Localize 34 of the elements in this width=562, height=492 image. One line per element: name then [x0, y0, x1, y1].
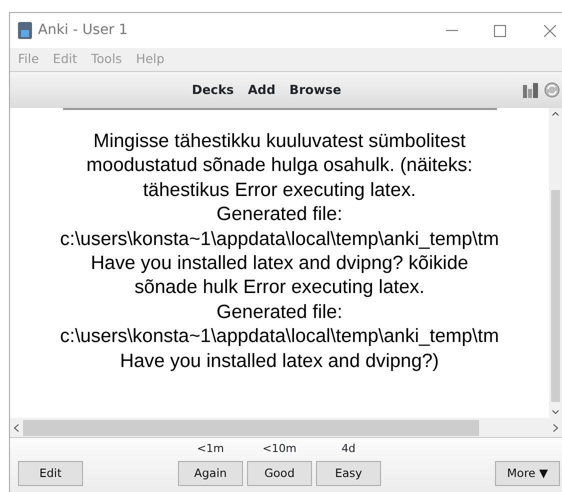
answer-button[interactable]: Again [178, 461, 243, 486]
sync-icon[interactable] [544, 82, 560, 98]
maximize-icon[interactable] [494, 24, 506, 36]
card-text-line: c:\users\konsta~1\appdata\local\temp\anki_temp\tm [60, 325, 499, 350]
interval-label: 4d [340, 440, 356, 456]
toolbar-link[interactable]: Browse [289, 80, 342, 100]
more-button[interactable]: More ▼ [495, 461, 560, 486]
scrollbar-thumb[interactable] [551, 190, 560, 402]
card-text-line: c:\users\konsta~1\appdata\local\temp\anki_temp\tm [60, 228, 499, 252]
scroll-right-icon[interactable] [553, 424, 558, 432]
scrollbar-thumb[interactable] [23, 420, 479, 436]
interval-label: <10m [262, 440, 298, 456]
card-text-line: Have you installed latex and dvipng? kõikide [90, 252, 468, 276]
edit-button[interactable]: Edit [18, 461, 83, 486]
card-text-line: Have you installed latex and dvipng?) [120, 350, 439, 374]
card-text-line: Generated file: [216, 300, 342, 325]
minimize-icon[interactable] [446, 30, 458, 32]
scroll-down-icon[interactable] [552, 410, 559, 414]
card-text-line: sõnade hulk Error executing latex. [134, 276, 425, 300]
card-text-line: moodustatud sõnade hulga osahulk. (näiteks: [86, 154, 473, 178]
answer-button[interactable]: Easy [316, 461, 381, 486]
answer-button[interactable]: Good [247, 461, 312, 486]
stats-icon[interactable] [523, 82, 540, 98]
window-title: Anki - User 1 [38, 21, 128, 40]
interval-label: <1m [196, 440, 225, 456]
card-text-line: tähestikus Error executing latex. [142, 178, 416, 203]
app-icon [18, 22, 32, 39]
card-text-line: Mingisse tähestikku kuuluvatest sümbolitest [93, 130, 466, 154]
scroll-up-icon[interactable] [552, 112, 559, 116]
card-text-line: Generated file: [216, 203, 342, 228]
close-icon[interactable] [544, 24, 556, 36]
toolbar-link[interactable]: Decks [192, 80, 234, 100]
toolbar-link[interactable]: Add [248, 80, 276, 100]
scroll-left-icon[interactable] [14, 424, 19, 432]
